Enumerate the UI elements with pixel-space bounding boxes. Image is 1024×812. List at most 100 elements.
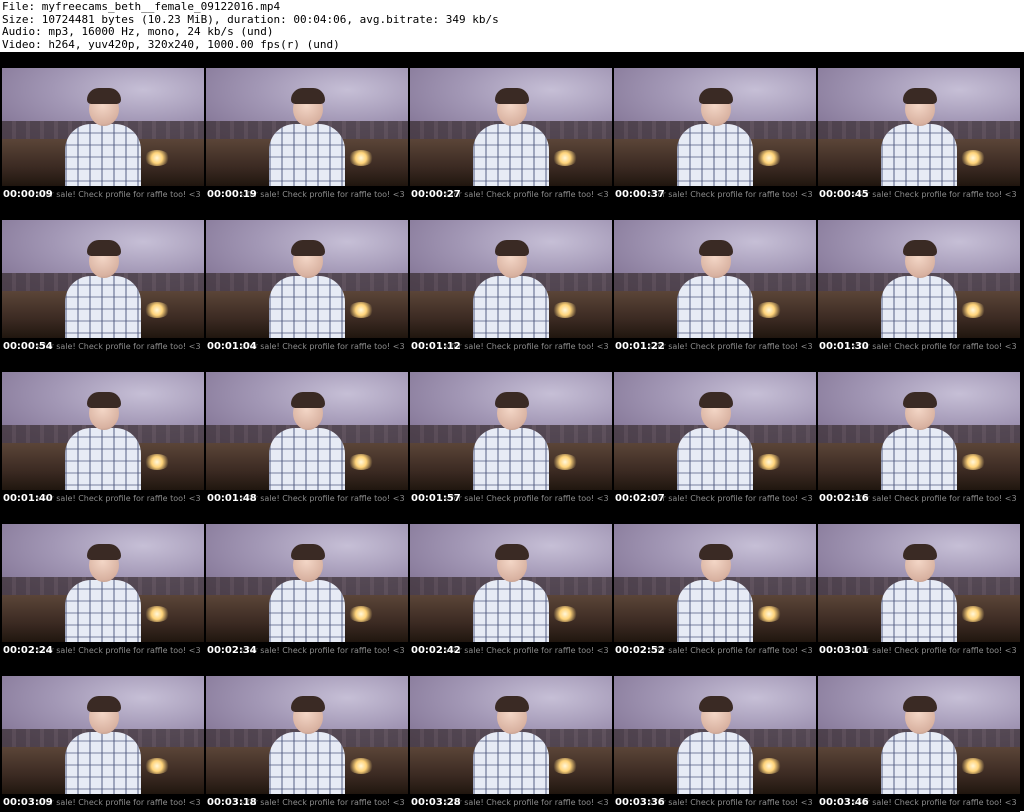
- timestamp-label: 00:03:01: [819, 645, 869, 656]
- plaid-shirt: [881, 580, 957, 642]
- timestamp-label: 00:02:52: [615, 645, 665, 656]
- timestamp-label: 00:03:36: [615, 797, 665, 808]
- video-frame-image: [614, 220, 816, 338]
- timestamp-label: 00:03:28: [411, 797, 461, 808]
- timestamp-label: 00:02:24: [3, 645, 53, 656]
- person-figure: [259, 238, 355, 338]
- thumbnail-tile[interactable]: s for sale! Check profile for raffle too…: [408, 660, 612, 812]
- plaid-shirt: [65, 276, 141, 338]
- video-frame-image: [410, 68, 612, 186]
- person-hair: [291, 696, 325, 712]
- person-hair: [699, 88, 733, 104]
- thumbnail-tile[interactable]: s for sale! Check profile for raffle too…: [816, 204, 1020, 356]
- thumbnail-tile[interactable]: s for sale! Check profile for raffle too…: [204, 356, 408, 508]
- plaid-shirt: [65, 580, 141, 642]
- plaid-shirt: [269, 732, 345, 794]
- video-frame-image: [818, 372, 1020, 490]
- plaid-shirt: [269, 428, 345, 490]
- video-frame-image: [818, 676, 1020, 794]
- person-hair: [495, 696, 529, 712]
- plaid-shirt: [677, 124, 753, 186]
- thumbnail-tile[interactable]: s for sale! Check profile for raffle too…: [0, 660, 204, 812]
- person-hair: [291, 544, 325, 560]
- timestamp-label: 00:01:22: [615, 341, 665, 352]
- video-frame-image: [410, 220, 612, 338]
- thumbnail-tile[interactable]: s for sale! Check profile for raffle too…: [408, 356, 612, 508]
- timestamp-label: 00:03:46: [819, 797, 869, 808]
- thumbnail-tile[interactable]: s for sale! Check profile for raffle too…: [612, 356, 816, 508]
- timestamp-label: 00:02:07: [615, 493, 665, 504]
- plaid-shirt: [473, 124, 549, 186]
- video-frame-image: [614, 68, 816, 186]
- video-frame-image: [614, 524, 816, 642]
- person-hair: [699, 392, 733, 408]
- thumbnail-row: s for sale! Check profile for raffle too…: [0, 660, 1024, 812]
- person-figure: [259, 86, 355, 186]
- thumbnail-tile[interactable]: s for sale! Check profile for raffle too…: [408, 52, 612, 204]
- person-figure: [667, 238, 763, 338]
- thumbnail-tile[interactable]: s for sale! Check profile for raffle too…: [816, 52, 1020, 204]
- person-hair: [903, 240, 937, 256]
- video-frame-image: [206, 372, 408, 490]
- timestamp-label: 00:00:09: [3, 189, 53, 200]
- video-frame-image: [410, 524, 612, 642]
- video-frame-image: [2, 524, 204, 642]
- person-hair: [495, 544, 529, 560]
- thumbnail-tile[interactable]: s for sale! Check profile for raffle too…: [816, 508, 1020, 660]
- person-hair: [87, 696, 121, 712]
- person-hair: [903, 696, 937, 712]
- thumbnail-tile[interactable]: s for sale! Check profile for raffle too…: [816, 660, 1020, 812]
- thumbnail-grid: s for sale! Check profile for raffle too…: [0, 52, 1024, 812]
- person-figure: [55, 86, 151, 186]
- thumbnail-row: s for sale! Check profile for raffle too…: [0, 204, 1024, 356]
- plaid-shirt: [677, 276, 753, 338]
- thumbnail-row: s for sale! Check profile for raffle too…: [0, 508, 1024, 660]
- plaid-shirt: [881, 732, 957, 794]
- thumbnail-tile[interactable]: s for sale! Check profile for raffle too…: [612, 660, 816, 812]
- thumbnail-tile[interactable]: s for sale! Check profile for raffle too…: [816, 356, 1020, 508]
- thumbnail-tile[interactable]: s for sale! Check profile for raffle too…: [204, 508, 408, 660]
- person-hair: [87, 544, 121, 560]
- video-frame-image: [2, 68, 204, 186]
- thumbnail-tile[interactable]: s for sale! Check profile for raffle too…: [204, 52, 408, 204]
- thumbnail-tile[interactable]: s for sale! Check profile for raffle too…: [612, 508, 816, 660]
- video-frame-image: [206, 524, 408, 642]
- person-figure: [259, 390, 355, 490]
- video-frame-image: [818, 220, 1020, 338]
- timestamp-label: 00:00:54: [3, 341, 53, 352]
- person-hair: [291, 88, 325, 104]
- video-frame-image: [818, 68, 1020, 186]
- thumbnail-tile[interactable]: s for sale! Check profile for raffle too…: [612, 204, 816, 356]
- thumbnail-tile[interactable]: s for sale! Check profile for raffle too…: [0, 52, 204, 204]
- video-frame-image: [818, 524, 1020, 642]
- person-figure: [463, 694, 559, 794]
- timestamp-label: 00:01:12: [411, 341, 461, 352]
- timestamp-label: 00:02:42: [411, 645, 461, 656]
- video-frame-image: [2, 372, 204, 490]
- video-frame-image: [206, 68, 408, 186]
- timestamp-label: 00:03:09: [3, 797, 53, 808]
- video-frame-image: [614, 676, 816, 794]
- plaid-shirt: [473, 428, 549, 490]
- thumbnail-tile[interactable]: s for sale! Check profile for raffle too…: [408, 508, 612, 660]
- thumbnail-tile[interactable]: s for sale! Check profile for raffle too…: [0, 356, 204, 508]
- person-figure: [463, 542, 559, 642]
- person-figure: [259, 542, 355, 642]
- plaid-shirt: [65, 124, 141, 186]
- thumbnail-tile[interactable]: s for sale! Check profile for raffle too…: [612, 52, 816, 204]
- plaid-shirt: [473, 276, 549, 338]
- video-frame-image: [206, 676, 408, 794]
- person-hair: [87, 88, 121, 104]
- thumbnail-tile[interactable]: s for sale! Check profile for raffle too…: [204, 204, 408, 356]
- thumbnail-tile[interactable]: s for sale! Check profile for raffle too…: [0, 204, 204, 356]
- person-figure: [55, 238, 151, 338]
- timestamp-label: 00:00:27: [411, 189, 461, 200]
- person-figure: [871, 694, 967, 794]
- plaid-shirt: [881, 428, 957, 490]
- person-hair: [495, 88, 529, 104]
- thumbnail-tile[interactable]: s for sale! Check profile for raffle too…: [0, 508, 204, 660]
- person-hair: [87, 392, 121, 408]
- timestamp-label: 00:02:34: [207, 645, 257, 656]
- thumbnail-tile[interactable]: s for sale! Check profile for raffle too…: [408, 204, 612, 356]
- thumbnail-tile[interactable]: s for sale! Check profile for raffle too…: [204, 660, 408, 812]
